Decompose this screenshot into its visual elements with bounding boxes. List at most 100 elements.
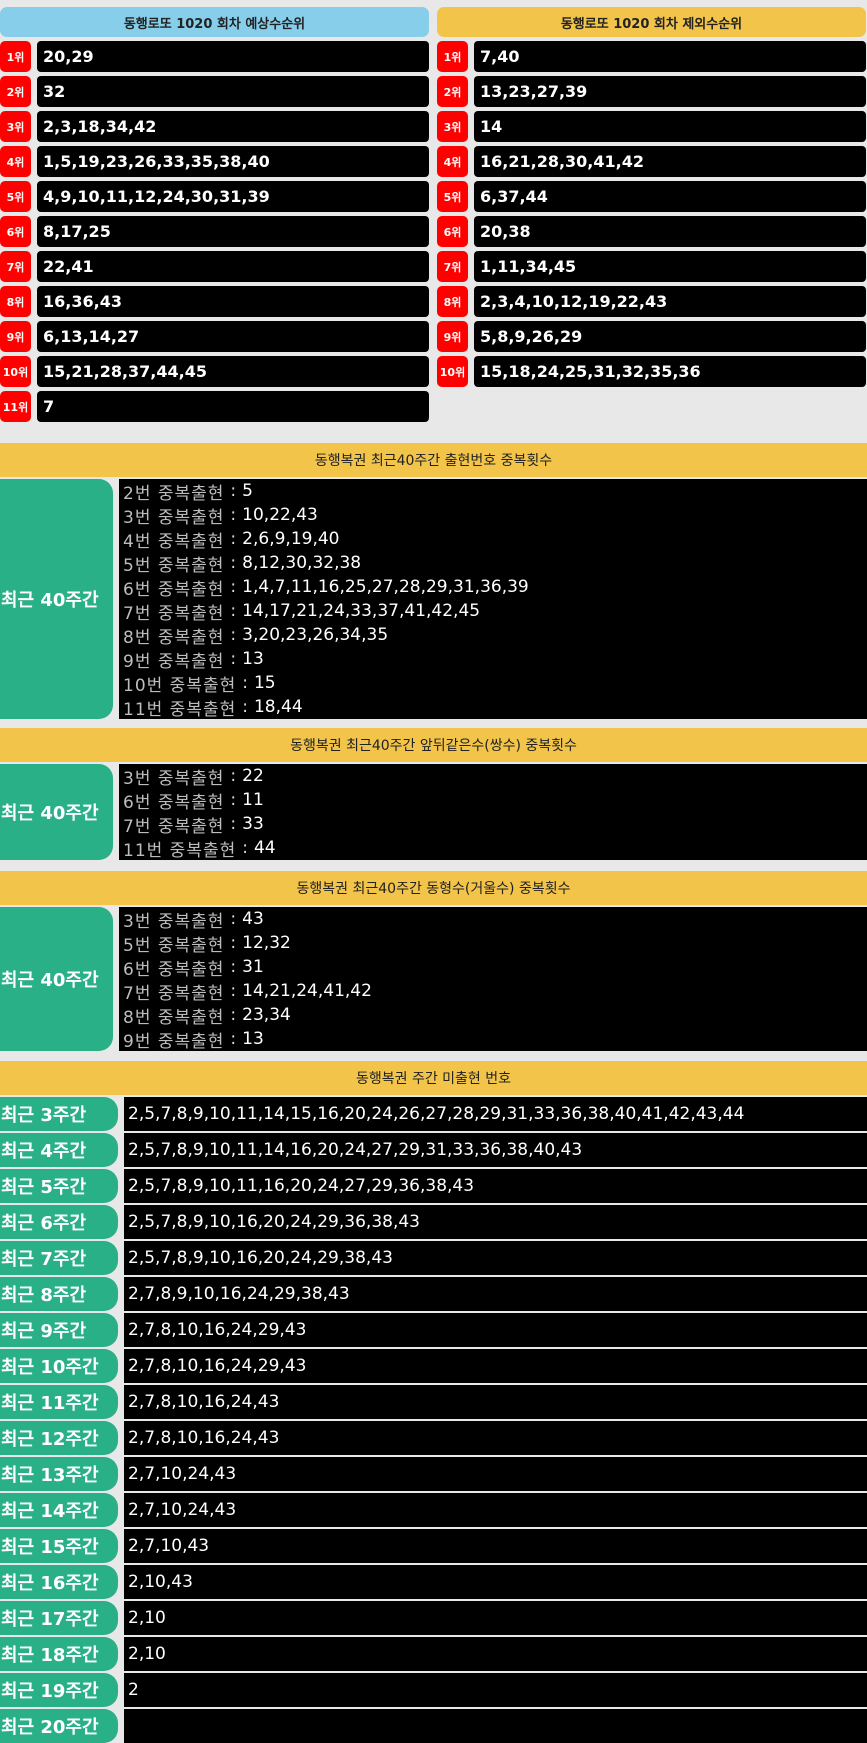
dup-separator: : xyxy=(230,649,237,669)
rank-badge: 4위 xyxy=(437,146,468,177)
week-row: 최근 8주간 2,7,8,9,10,16,24,29,38,43 xyxy=(0,1277,867,1311)
dup-line: 8번 중복출현:3,20,23,26,34,35 xyxy=(123,623,867,648)
rank-row: 4위 16,21,28,30,41,42 xyxy=(437,146,866,177)
dup-numbers: 5 xyxy=(242,481,253,501)
rank-badge: 10위 xyxy=(0,356,31,387)
dup-line: 6번 중복출현:11 xyxy=(123,788,867,813)
excluded-rank-panel: 동행로또 1020 회차 제외수순위 1위 7,40 2위 13,23,27,39 3위… xyxy=(437,7,866,391)
dup-count-label: 3번 중복출현 xyxy=(123,507,225,528)
week-missing-numbers: 2,5,7,8,9,10,16,20,24,29,38,43 xyxy=(124,1241,867,1275)
rank-numbers: 1,5,19,23,26,33,35,38,40 xyxy=(37,146,429,177)
dup-line: 9번 중복출현:13 xyxy=(123,647,867,672)
dup-line: 10번 중복출현:15 xyxy=(123,671,867,696)
rank-badge: 8위 xyxy=(0,286,31,317)
dup-line: 6번 중복출현:1,4,7,11,16,25,27,28,29,31,36,39 xyxy=(123,575,867,600)
week-period-label: 최근 12주간 xyxy=(0,1421,118,1455)
rank-numbers: 6,13,14,27 xyxy=(37,321,429,352)
dup-separator: : xyxy=(230,1005,237,1025)
dup-count-label: 5번 중복출현 xyxy=(123,935,225,956)
week-row: 최근 5주간 2,5,7,8,9,10,11,16,20,24,27,29,36,… xyxy=(0,1169,867,1203)
dup-separator: : xyxy=(230,505,237,525)
week-period-label: 최근 6주간 xyxy=(0,1205,118,1239)
rank-badge: 7위 xyxy=(437,251,468,282)
rank-badge: 3위 xyxy=(437,111,468,142)
dup-line: 6번 중복출현:31 xyxy=(123,955,867,980)
rank-badge: 1위 xyxy=(437,41,468,72)
week-missing-numbers: 2,5,7,8,9,10,11,14,16,20,24,27,29,31,33,… xyxy=(124,1133,867,1167)
week-row: 최근 15주간 2,7,10,43 xyxy=(0,1529,867,1563)
dup-separator: : xyxy=(230,553,237,573)
week-period-label: 최근 13주간 xyxy=(0,1457,118,1491)
dup-count-label: 11번 중복출현 xyxy=(123,699,237,720)
rank-numbers: 7 xyxy=(37,391,429,422)
rank-row: 1위 7,40 xyxy=(437,41,866,72)
dup-separator: : xyxy=(242,838,248,858)
week-missing-numbers xyxy=(124,1709,867,1743)
dup-separator: : xyxy=(230,529,237,549)
rank-numbers: 6,37,44 xyxy=(474,181,866,212)
rank-row: 1위 20,29 xyxy=(0,41,429,72)
week-row: 최근 19주간 2 xyxy=(0,1673,867,1707)
week-row: 최근 14주간 2,7,10,24,43 xyxy=(0,1493,867,1527)
week-period-label: 최근 4주간 xyxy=(0,1133,118,1167)
dup-recent-list: 2번 중복출현:5 3번 중복출현:10,22,43 4번 중복출현:2,6,9,1… xyxy=(119,479,867,720)
weekly-missing-section: 동행복권 주간 미출현 번호 최근 3주간 2,5,7,8,9,10,11,14,… xyxy=(0,1061,867,1743)
rank-row: 9위 6,13,14,27 xyxy=(0,321,429,352)
rank-badge: 9위 xyxy=(437,321,468,352)
rank-numbers: 15,18,24,25,31,32,35,36 xyxy=(474,356,866,387)
rank-badge: 7위 xyxy=(0,251,31,282)
dup-line: 3번 중복출현:10,22,43 xyxy=(123,503,867,528)
dup-same-header: 동행복권 최근40주간 앞뒤같은수(쌍수) 중복횟수 xyxy=(0,728,867,762)
dup-count-label: 6번 중복출현 xyxy=(123,579,225,600)
dup-numbers: 44 xyxy=(253,838,276,858)
dup-separator: : xyxy=(242,673,248,693)
dup-separator: : xyxy=(242,697,248,717)
week-row: 최근 10주간 2,7,8,10,16,24,29,43 xyxy=(0,1349,867,1383)
dup-separator: : xyxy=(230,625,237,645)
dup-numbers: 31 xyxy=(242,957,264,977)
rank-row: 10위 15,21,28,37,44,45 xyxy=(0,356,429,387)
week-missing-numbers: 2,7,10,24,43 xyxy=(124,1493,867,1527)
week-missing-numbers: 2,5,7,8,9,10,16,20,24,29,36,38,43 xyxy=(124,1205,867,1239)
week-row: 최근 13주간 2,7,10,24,43 xyxy=(0,1457,867,1491)
dup-separator: : xyxy=(230,981,237,1001)
dup-separator: : xyxy=(230,790,237,810)
week-missing-numbers: 2,7,10,24,43 xyxy=(124,1457,867,1491)
rank-badge: 2위 xyxy=(437,76,468,107)
rank-row: 8위 2,3,4,10,12,19,22,43 xyxy=(437,286,866,317)
dup-numbers: 14,17,21,24,33,37,41,42,45 xyxy=(242,601,481,621)
week-row: 최근 18주간 2,10 xyxy=(0,1637,867,1671)
rank-numbers: 7,40 xyxy=(474,41,866,72)
week-period-label: 최근 18주간 xyxy=(0,1637,118,1671)
week-period-label: 최근 14주간 xyxy=(0,1493,118,1527)
dup-separator: : xyxy=(230,766,237,786)
rank-row: 2위 32 xyxy=(0,76,429,107)
dup-same-period-label: 최근 40주간 xyxy=(0,764,113,860)
week-missing-numbers: 2,7,10,43 xyxy=(124,1529,867,1563)
rank-badge: 5위 xyxy=(0,181,31,212)
dup-numbers: 1,4,7,11,16,25,27,28,29,31,36,39 xyxy=(242,577,529,597)
rank-row: 11위 7 xyxy=(0,391,429,422)
dup-numbers: 11 xyxy=(242,790,264,810)
dup-separator: : xyxy=(230,481,237,501)
rank-numbers: 8,17,25 xyxy=(37,216,429,247)
week-period-label: 최근 3주간 xyxy=(0,1097,118,1131)
dup-numbers: 43 xyxy=(242,909,264,929)
rank-row: 4위 1,5,19,23,26,33,35,38,40 xyxy=(0,146,429,177)
dup-numbers: 15 xyxy=(253,673,276,693)
dup-same-list: 3번 중복출현:22 6번 중복출현:11 7번 중복출현:33 11번 중복출현:4… xyxy=(119,764,867,861)
rank-numbers: 2,3,4,10,12,19,22,43 xyxy=(474,286,866,317)
dup-count-label: 6번 중복출현 xyxy=(123,792,225,813)
weekly-missing-list: 최근 3주간 2,5,7,8,9,10,11,14,15,16,20,24,26,… xyxy=(0,1097,867,1743)
rank-row: 10위 15,18,24,25,31,32,35,36 xyxy=(437,356,866,387)
dup-separator: : xyxy=(230,577,237,597)
dup-count-label: 10번 중복출현 xyxy=(123,675,237,696)
rank-row: 7위 22,41 xyxy=(0,251,429,282)
dup-line: 3번 중복출현:22 xyxy=(123,764,867,789)
dup-count-label: 7번 중복출현 xyxy=(123,816,225,837)
dup-count-label: 6번 중복출현 xyxy=(123,959,225,980)
rank-row: 5위 4,9,10,11,12,24,30,31,39 xyxy=(0,181,429,212)
dup-mirror-period-label: 최근 40주간 xyxy=(0,907,113,1051)
dup-count-label: 7번 중복출현 xyxy=(123,603,225,624)
week-missing-numbers: 2,5,7,8,9,10,11,16,20,24,27,29,36,38,43 xyxy=(124,1169,867,1203)
